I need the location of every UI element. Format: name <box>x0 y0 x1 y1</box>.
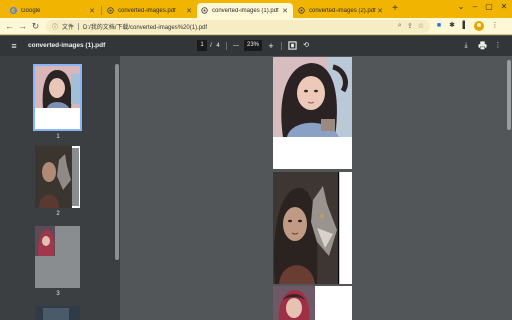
omnibox-divider <box>78 23 80 30</box>
more-menu-icon[interactable]: ⋮ <box>490 21 500 31</box>
globe-icon <box>201 7 208 14</box>
thumbnail-page-2[interactable]: 2 <box>35 146 80 217</box>
toolbar-divider <box>226 42 227 50</box>
thumbnail-number: 2 <box>56 211 60 217</box>
globe-icon <box>298 7 305 14</box>
profile-avatar-icon[interactable] <box>474 21 484 31</box>
search-icon[interactable]: ⌕ <box>398 22 402 30</box>
document-title: converted-images (1).pdf <box>28 42 106 49</box>
zoom-level-input[interactable]: 23% <box>244 40 262 51</box>
page-2-image <box>273 172 352 284</box>
bookmark-star-icon[interactable]: ☆ <box>418 22 424 30</box>
info-icon[interactable]: ⓘ <box>52 22 58 31</box>
back-button[interactable]: ← <box>4 21 15 32</box>
tab-label: converted-images (2).pdf <box>309 7 376 14</box>
new-tab-button[interactable]: + <box>389 3 401 15</box>
fit-to-page-icon[interactable] <box>286 39 298 53</box>
chevron-down-icon[interactable]: ⌄ <box>454 2 468 11</box>
browser-toolbar: ← → ↻ ⓘ 文件 D:/我的文档/下载/converted-images%2… <box>0 18 512 35</box>
reload-button[interactable]: ↻ <box>30 21 41 32</box>
toolbar-divider <box>281 42 282 50</box>
close-window-icon[interactable]: ✕ <box>497 2 511 11</box>
page-3-image <box>273 286 352 320</box>
address-bar[interactable]: ⓘ 文件 D:/我的文档/下载/converted-images%20(1).p… <box>46 20 430 33</box>
zoom-out-button[interactable]: — <box>231 39 241 53</box>
tab-label: converted-images.pdf <box>118 7 176 14</box>
thumbnail-number: 1 <box>56 134 60 140</box>
print-icon[interactable] <box>476 39 488 53</box>
omnibox-actions: ⌕ ⇪ ☆ <box>398 22 424 30</box>
thumbnail-sidebar: 1 2 3 <box>0 56 120 320</box>
page-number-input[interactable]: 1 <box>197 40 207 51</box>
maximize-icon[interactable]: ▢ <box>482 2 496 11</box>
download-icon[interactable]: ⤓ <box>460 39 472 53</box>
pdf-page-1 <box>273 57 352 169</box>
google-g-icon <box>10 7 17 14</box>
thumbnail-number: 3 <box>56 291 60 297</box>
extension-icon[interactable]: ■ <box>434 21 444 31</box>
rotate-icon[interactable]: ⟲ <box>300 39 312 53</box>
side-panel-icon[interactable]: ▌ <box>460 21 470 31</box>
tab-label: converted-images (1).pdf <box>212 7 279 14</box>
viewer-scrollbar[interactable] <box>507 60 511 130</box>
pdf-toolbar: ≡ converted-images (1).pdf 1 / 4 — 23% +… <box>0 36 512 56</box>
pdf-page-3 <box>273 286 352 320</box>
tab-converted-images[interactable]: converted-images.pdf ✕ <box>103 3 197 18</box>
url-text: D:/我的文档/下载/converted-images%20(1).pdf <box>83 25 208 31</box>
tab-strip: Google ✕ converted-images.pdf ✕ converte… <box>0 0 512 18</box>
pdf-page-2 <box>273 172 352 284</box>
thumbnail-page-1[interactable]: 1 <box>33 64 82 140</box>
thumbnail-page-4[interactable] <box>35 306 80 320</box>
close-icon[interactable]: ✕ <box>88 7 96 15</box>
share-icon[interactable]: ⇪ <box>407 22 413 30</box>
pdf-viewer-area <box>122 56 512 320</box>
tab-google[interactable]: Google ✕ <box>6 3 100 18</box>
more-options-icon[interactable]: ⋮ <box>492 39 504 53</box>
globe-icon <box>107 7 114 14</box>
tab-converted-images-2[interactable]: converted-images (2).pdf ✕ <box>294 3 388 18</box>
zoom-in-button[interactable]: + <box>266 39 276 53</box>
close-icon[interactable]: ✕ <box>185 7 193 15</box>
tab-divider <box>101 6 102 15</box>
forward-button[interactable]: → <box>17 21 28 32</box>
tab-converted-images-1[interactable]: converted-images (1).pdf ✕ <box>197 3 293 18</box>
sidebar-scrollbar[interactable] <box>115 64 119 260</box>
puzzle-extensions-icon[interactable]: ✱ <box>447 21 457 31</box>
thumbnail-page-3[interactable]: 3 <box>35 226 80 297</box>
menu-icon[interactable]: ≡ <box>8 39 20 53</box>
page-1-image <box>273 57 352 137</box>
close-icon[interactable]: ✕ <box>281 7 289 15</box>
tab-label: Google <box>21 7 41 14</box>
file-scheme-label: 文件 <box>62 25 75 31</box>
close-icon[interactable]: ✕ <box>376 7 384 15</box>
total-pages: 4 <box>216 43 220 49</box>
minimize-icon[interactable]: – <box>468 2 482 11</box>
